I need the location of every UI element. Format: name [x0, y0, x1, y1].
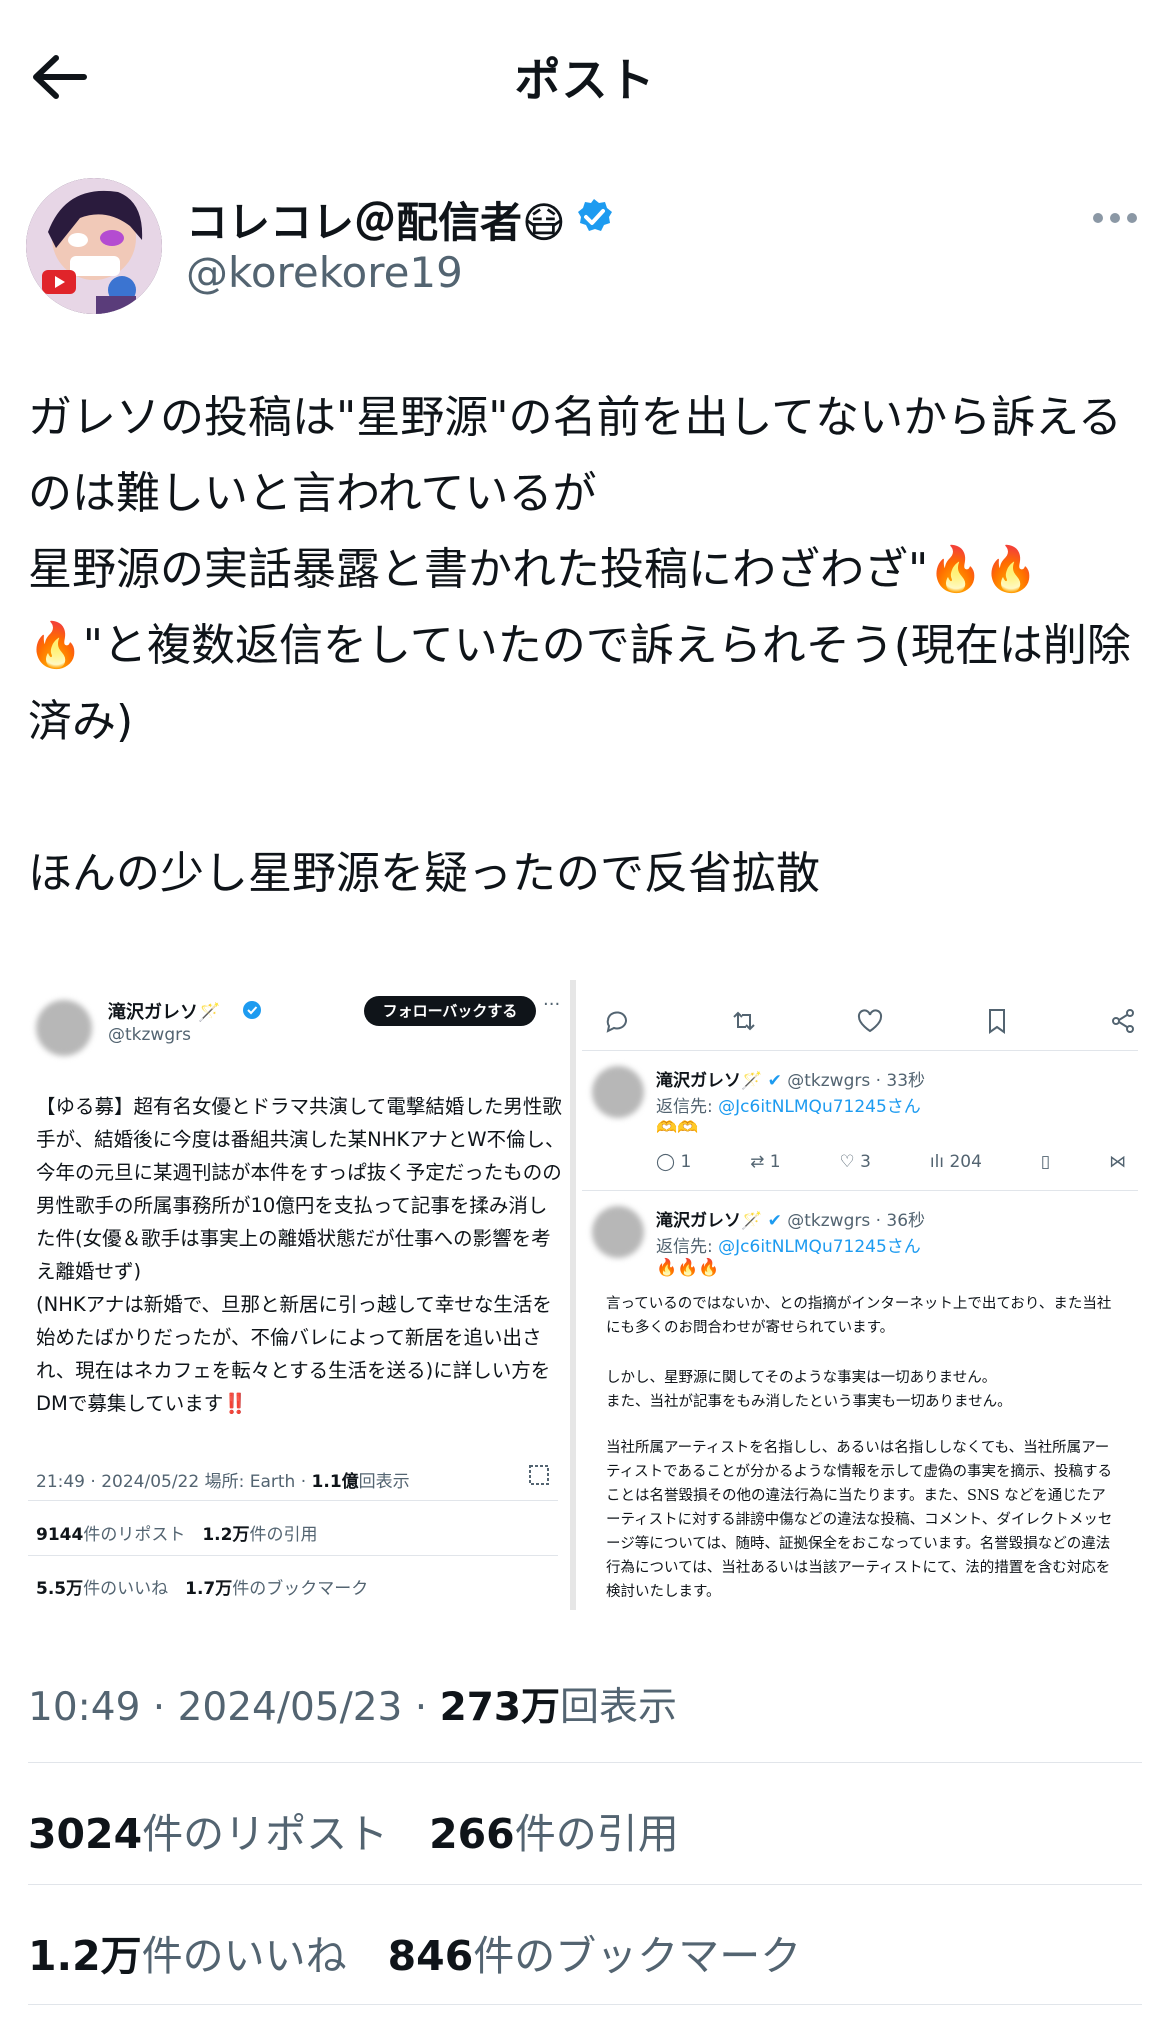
reply2-content: 🔥🔥🔥	[656, 1258, 720, 1278]
embedded-views: 1.1億	[311, 1472, 359, 1492]
bookmark-icon	[982, 1006, 1012, 1036]
embedded-name: 滝沢ガレソ🪄	[108, 1002, 221, 1023]
reply1-views: 204	[949, 1152, 982, 1172]
post-text: ガレソの投稿は"星野源"の名前を出してないから訴えるのは難しいと言われているが …	[28, 392, 1131, 899]
analytics-icon	[528, 1464, 550, 1490]
embedded-repost-quote: 9144件のリポスト 1.2万件の引用	[36, 1520, 317, 1545]
reply2-header: 滝沢ガレソ🪄 ✔ @tkzwgrs · 36秒	[656, 1206, 925, 1231]
divider	[582, 1190, 1138, 1191]
avatar[interactable]	[26, 178, 162, 314]
quote-count: 266	[429, 1810, 515, 1858]
embedded-likes: 5.5万	[36, 1579, 84, 1599]
reply1-actions: ◯ 1 ⇄ 1 ♡ 3 ılı 204 ▯ ⋈	[656, 1152, 1126, 1172]
repost-icon	[729, 1006, 759, 1036]
verified-badge-icon	[242, 1000, 262, 1024]
reply2-name: 滝沢ガレソ🪄	[656, 1211, 763, 1231]
post-meta: 10:49 · 2024/05/23 · 273万回表示	[28, 1676, 677, 1732]
view-count: ılı 204	[929, 1152, 982, 1172]
embedded-post-left: 滝沢ガレソ🪄 @tkzwgrs フォローバックする ··· 【ゆる募】超有名女優…	[28, 980, 568, 1610]
reply1-prefix: 返信先:	[656, 1097, 719, 1117]
bookmark-icon: ▯	[1040, 1152, 1051, 1172]
verified-badge-icon: ✔	[767, 1211, 782, 1231]
divider	[582, 1050, 1138, 1051]
reply-avatar	[592, 1066, 644, 1118]
quote-label: 件の引用	[514, 1810, 679, 1858]
reply1-handle: @tkzwgrs · 33秒	[787, 1071, 926, 1091]
author-handle[interactable]: @korekore19	[186, 248, 463, 297]
embedded-text: 【ゆる募】超有名女優とドラマ共演して電撃結婚した男性歌手が、結婚後に今度は番組共…	[36, 1095, 565, 1415]
statement-p1: 言っているのではないか、との指摘がインターネット上で出ており、また当社にも多くの…	[606, 1296, 1112, 1336]
statement-p3: 当社所属アーティストを名指しし、あるいは名指ししなくても、当社所属アーティストで…	[606, 1440, 1113, 1600]
post-views: 273万	[439, 1685, 560, 1730]
divider	[28, 1555, 558, 1556]
bookmark-label: 件のブックマーク	[473, 1932, 802, 1980]
embedded-reposts: 9144	[36, 1525, 84, 1545]
share-icon: ⋈	[1109, 1152, 1126, 1172]
embedded-quotes-label: 件の引用	[249, 1525, 318, 1545]
reply2-handle: @tkzwgrs · 36秒	[787, 1211, 926, 1231]
reply2-to: 返信先: @Jc6itNLMQu71245さん	[656, 1232, 921, 1257]
divider	[28, 1884, 1142, 1885]
divider	[28, 1762, 1142, 1763]
statement-p2: しかし、星野源に関してそのような事実は一切ありません。 また、当社が記事をもみ消…	[606, 1370, 1012, 1410]
reply-count: ◯ 1	[656, 1152, 692, 1172]
embedded-reposts-label: 件のリポスト	[83, 1525, 186, 1545]
embedded-avatar	[36, 1000, 92, 1056]
like-count: ♡ 3	[839, 1152, 871, 1172]
action-bar	[602, 1006, 1138, 1036]
embedded-handle: @tkzwgrs	[108, 1025, 191, 1045]
like-label: 件のいいね	[141, 1932, 347, 1980]
reply-avatar	[592, 1206, 644, 1258]
author-name-row: コレコレ＠配信者😷	[186, 188, 614, 250]
post-views-suffix: 回表示	[559, 1685, 677, 1730]
divider	[28, 1500, 558, 1501]
reply1-replies: 1	[680, 1152, 692, 1172]
divider	[28, 2004, 1142, 2005]
like-icon	[855, 1006, 885, 1036]
reply-icon	[602, 1006, 632, 1036]
embedded-time: 21:49 · 2024/05/22 場所: Earth ·	[36, 1472, 312, 1492]
reply1-reposts: 1	[769, 1152, 781, 1172]
more-options-icon[interactable]	[1090, 204, 1140, 232]
attached-image[interactable]: 滝沢ガレソ🪄 @tkzwgrs フォローバックする ··· 【ゆる募】超有名女優…	[28, 980, 1138, 1610]
embedded-meta: 21:49 · 2024/05/22 場所: Earth · 1.1億回表示	[36, 1467, 410, 1492]
reply2-mention: @Jc6itNLMQu71245さん	[718, 1237, 921, 1257]
verified-badge-icon: ✔	[767, 1071, 782, 1091]
repost-count: 3024	[28, 1810, 143, 1858]
reply2-prefix: 返信先:	[656, 1237, 719, 1257]
reply1-header: 滝沢ガレソ🪄 ✔ @tkzwgrs · 33秒	[656, 1066, 925, 1091]
like-count: 1.2万	[28, 1932, 142, 1980]
like-bookmark-stats[interactable]: 1.2万件のいいね 846件のブックマーク	[28, 1922, 801, 1982]
more-icon: ···	[543, 994, 561, 1015]
embedded-likes-bookmarks: 5.5万件のいいね 1.7万件のブックマーク	[36, 1574, 368, 1599]
embedded-bookmarks-label: 件のブックマーク	[232, 1579, 369, 1599]
embedded-post-right: 滝沢ガレソ🪄 ✔ @tkzwgrs · 33秒 返信先: @Jc6itNLMQu…	[582, 980, 1138, 1610]
reply1-name: 滝沢ガレソ🪄	[656, 1071, 763, 1091]
repost-quote-stats[interactable]: 3024件のリポスト 266件の引用	[28, 1800, 679, 1860]
reply1-to: 返信先: @Jc6itNLMQu71245さん	[656, 1092, 921, 1117]
author-display-name[interactable]: コレコレ＠配信者😷	[186, 189, 566, 250]
embedded-likes-label: 件のいいね	[83, 1579, 169, 1599]
page-title: ポスト	[514, 53, 656, 107]
embedded-quotes: 1.2万	[202, 1525, 250, 1545]
follow-back-button: フォローバックする	[364, 996, 536, 1026]
bookmark-count: 846	[387, 1932, 474, 1980]
reply1-likes: 3	[860, 1152, 871, 1172]
embedded-views-suffix: 回表示	[358, 1472, 410, 1492]
verified-badge-icon	[574, 197, 614, 241]
reply1-mention: @Jc6itNLMQu71245さん	[718, 1097, 921, 1117]
post-time: 10:49 · 2024/05/23 ·	[28, 1685, 440, 1730]
repost-count: ⇄ 1	[750, 1152, 781, 1172]
image-divider	[570, 980, 576, 1610]
share-icon	[1108, 1006, 1138, 1036]
reply1-content: 🫶🫶	[656, 1118, 699, 1138]
embedded-bookmarks: 1.7万	[185, 1579, 233, 1599]
repost-label: 件のリポスト	[142, 1810, 389, 1858]
